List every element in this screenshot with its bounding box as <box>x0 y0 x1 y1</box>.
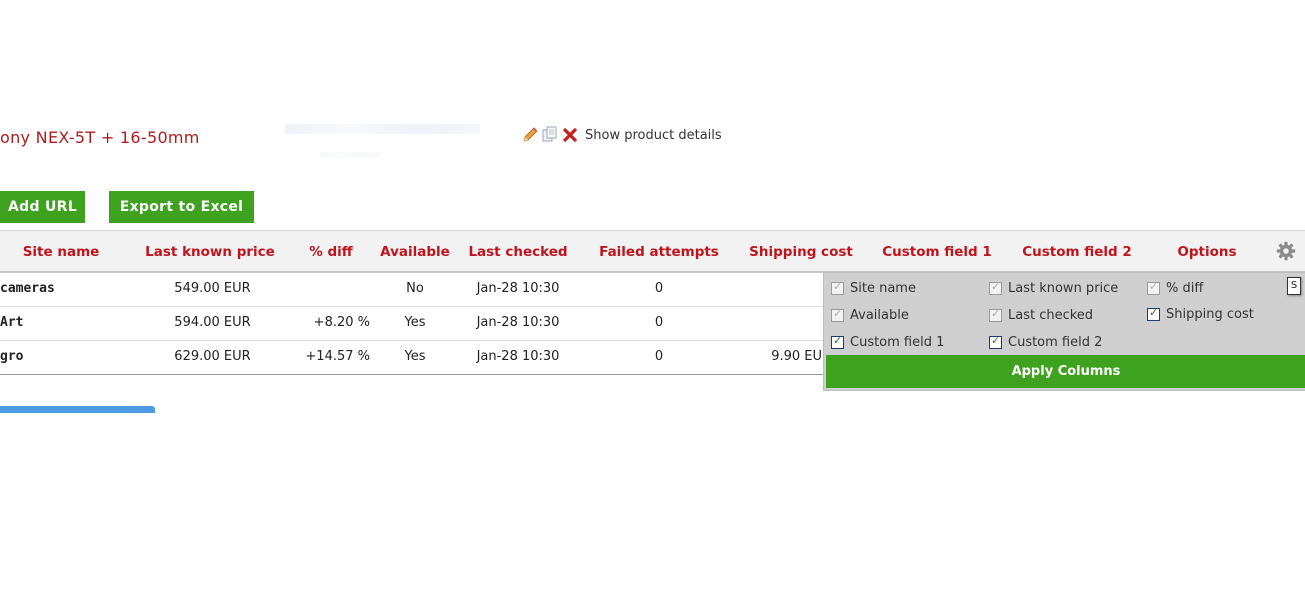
blurred-text <box>285 124 480 134</box>
shipping-cost-cell: 9.90 EU <box>771 349 822 364</box>
table-row: Art 594.00 EUR +8.20 % Yes Jan-28 10:30 … <box>0 306 825 341</box>
column-header-custom-field-2[interactable]: Custom field 2 <box>1018 231 1136 271</box>
column-header-site-name[interactable]: Site name <box>0 231 122 271</box>
price-cell: 549.00 EUR <box>174 281 251 296</box>
column-header-options: Options <box>1177 244 1237 260</box>
available-cell: Yes <box>404 349 426 364</box>
table-row: cameras 549.00 EUR No Jan-28 10:30 0 <box>0 272 825 307</box>
add-url-button[interactable]: Add URL <box>0 191 85 223</box>
site-name-cell[interactable]: gro <box>0 340 23 374</box>
gear-icon[interactable] <box>1276 241 1296 261</box>
column-option-last-checked[interactable]: ✓ Last checked <box>989 308 1093 323</box>
column-option-available[interactable]: ✓ Available <box>831 308 909 323</box>
tooltip: S <box>1287 277 1301 295</box>
table-row: gro 629.00 EUR +14.57 % Yes Jan-28 10:30… <box>0 340 825 375</box>
table-header: Site name Last known price % diff Availa… <box>0 230 1305 273</box>
blurred-text <box>320 152 380 158</box>
failed-attempts-cell: 0 <box>654 281 664 296</box>
failed-attempts-cell: 0 <box>654 349 664 364</box>
shipping-cost-cell <box>746 272 822 306</box>
progress-bar <box>0 406 155 413</box>
column-option-shipping-cost[interactable]: ✓ Shipping cost <box>1147 307 1254 322</box>
column-option-custom-field-1[interactable]: ✓ Custom field 1 <box>831 335 944 350</box>
column-option-custom-field-2[interactable]: ✓ Custom field 2 <box>989 335 1102 350</box>
checkbox[interactable]: ✓ <box>831 308 844 322</box>
checkbox[interactable]: ✓ <box>1147 307 1160 321</box>
column-header-diff[interactable]: % diff <box>296 231 366 271</box>
product-title: ony NEX-5T + 16-50mm <box>0 128 200 147</box>
diff-cell <box>296 272 370 306</box>
column-header-last-known-price[interactable]: Last known price <box>140 231 280 271</box>
column-header-custom-field-1[interactable]: Custom field 1 <box>878 231 996 271</box>
pencil-icon[interactable] <box>521 126 539 144</box>
last-checked-cell: Jan-28 10:30 <box>476 315 560 330</box>
column-option-diff[interactable]: ✓ % diff <box>1147 281 1203 296</box>
last-checked-cell: Jan-28 10:30 <box>476 349 560 364</box>
price-cell: 594.00 EUR <box>174 315 251 330</box>
site-name-cell[interactable]: Art <box>0 306 23 340</box>
failed-attempts-cell: 0 <box>654 315 664 330</box>
product-actions <box>521 126 579 144</box>
available-cell: No <box>406 281 424 296</box>
show-product-details-link[interactable]: Show product details <box>585 128 722 143</box>
last-checked-cell: Jan-28 10:30 <box>476 281 560 296</box>
checkbox[interactable]: ✓ <box>989 281 1002 295</box>
column-header-failed-attempts[interactable]: Failed attempts <box>594 231 724 271</box>
column-header-available[interactable]: Available <box>376 231 454 271</box>
column-header-last-checked[interactable]: Last checked <box>464 231 572 271</box>
price-cell: 629.00 EUR <box>174 349 251 364</box>
checkbox[interactable]: ✓ <box>1147 281 1160 295</box>
copy-icon[interactable] <box>541 126 559 144</box>
shipping-cost-cell <box>746 306 822 340</box>
site-name-cell[interactable]: cameras <box>0 272 55 306</box>
diff-cell: +14.57 % <box>305 349 370 364</box>
export-to-excel-button[interactable]: Export to Excel <box>109 191 254 223</box>
column-option-last-known-price[interactable]: ✓ Last known price <box>989 281 1118 296</box>
column-option-site-name[interactable]: ✓ Site name <box>831 281 916 296</box>
checkbox[interactable]: ✓ <box>831 335 844 349</box>
checkbox[interactable]: ✓ <box>989 335 1002 349</box>
apply-columns-button[interactable]: Apply Columns <box>826 355 1305 388</box>
checkbox[interactable]: ✓ <box>831 281 844 295</box>
column-header-shipping-cost[interactable]: Shipping cost <box>746 231 856 271</box>
diff-cell: +8.20 % <box>313 315 370 330</box>
column-chooser-panel: ✓ Site name ✓ Last known price ✓ % diff … <box>823 272 1305 391</box>
available-cell: Yes <box>404 315 426 330</box>
delete-icon[interactable] <box>561 126 579 144</box>
checkbox[interactable]: ✓ <box>989 308 1002 322</box>
